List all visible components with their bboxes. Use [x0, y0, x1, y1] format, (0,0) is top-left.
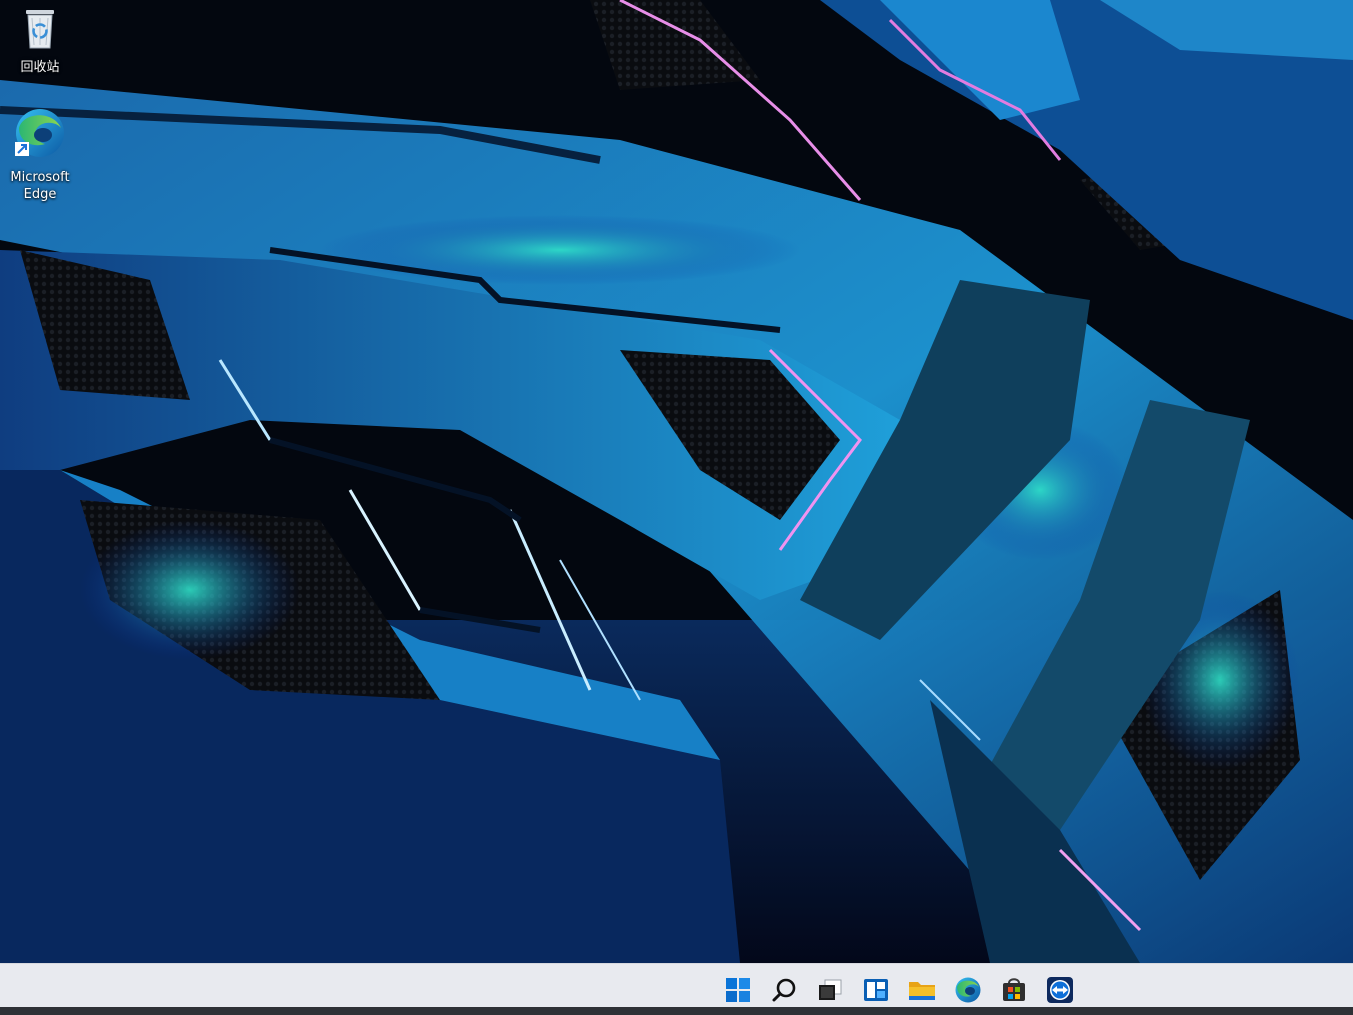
desktop-icon-recycle-bin[interactable]: 回收站	[0, 6, 80, 76]
edge-taskbar-button[interactable]	[948, 970, 988, 1010]
search-icon	[771, 977, 797, 1003]
desktop-wallpaper	[0, 0, 1353, 963]
recycle-bin-icon	[0, 6, 80, 55]
folder-icon	[908, 977, 936, 1003]
desktop[interactable]: 回收站 Microsoft Edge	[0, 0, 1353, 963]
store-icon	[1001, 977, 1027, 1003]
task-view-button[interactable]	[810, 970, 850, 1010]
taskbar-apps	[718, 970, 1080, 1010]
teamviewer-icon	[1046, 976, 1074, 1004]
task-view-icon	[817, 977, 843, 1003]
teamviewer-button[interactable]	[1040, 970, 1080, 1010]
store-button[interactable]	[994, 970, 1034, 1010]
file-explorer-button[interactable]	[902, 970, 942, 1010]
desktop-icon-microsoft-edge[interactable]: Microsoft Edge	[0, 106, 80, 203]
windows-start-icon	[725, 977, 751, 1003]
start-button[interactable]	[718, 970, 758, 1010]
search-button[interactable]	[764, 970, 804, 1010]
recycle-bin-label: 回收站	[20, 60, 60, 75]
taskbar-bottom-strip	[0, 1007, 1353, 1015]
edge-icon	[0, 106, 80, 165]
widgets-button[interactable]	[856, 970, 896, 1010]
edge-icon	[954, 976, 982, 1004]
widgets-icon	[863, 977, 889, 1003]
edge-label: Microsoft Edge	[10, 170, 70, 202]
